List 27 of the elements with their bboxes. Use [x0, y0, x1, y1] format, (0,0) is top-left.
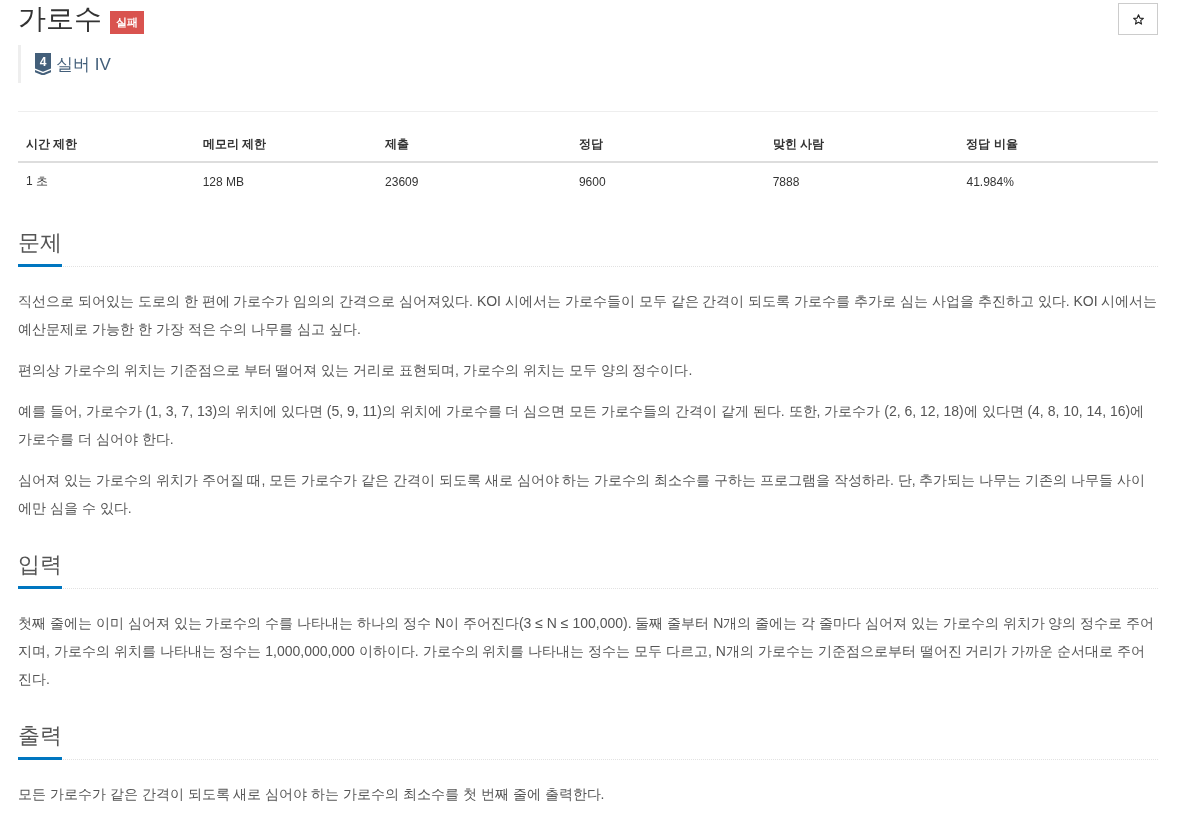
paragraph: 심어져 있는 가로수의 위치가 주어질 때, 모든 가로수가 같은 간격이 되도록 새로 심어야 하는 가로수의 최소수를 구하는 프로그램을 작성하라. 단, 추가되는 나무는 기존의 나무들 사이에만 심을 수 있다.	[18, 471, 1147, 518]
favorite-button[interactable]	[1118, 3, 1158, 35]
column-header: 정답 비율	[958, 128, 1158, 162]
table-cell: 128 MB	[194, 162, 378, 200]
table-cell: 7888	[764, 162, 959, 200]
section-heading: 출력	[18, 721, 62, 760]
table-cell: 23609	[377, 162, 571, 200]
column-header: 맞힌 사람	[764, 128, 959, 162]
column-header: 메모리 제한	[194, 128, 378, 162]
result-badge: 실패	[110, 10, 144, 34]
column-header: 시간 제한	[18, 128, 195, 162]
paragraph: 예를 들어, 가로수가 (1, 3, 7, 13)의 위치에 있다면 (5, 9, 11)의 위치에 가로수를 더 심으면 모든 가로수들의 간격이 같게 된다. 또한, 가로수가 (2, 6, 12, 18)에 있다면 (4, 8, 10, 14, 16)에 가로수를 더 심어야 한다.	[18, 402, 1146, 449]
paragraph: 직선으로 되어있는 도로의 한 편에 가로수가 임의의 간격으로 심어져있다. KOI 시에서는 가로수들이 모두 같은 간격이 되도록 가로수를 추가로 심는 사업을 추진하고 있다. KOI 시에서는 예산문제로 가능한 한 가장 적은 수의 나무를 심고 싶다.	[18, 292, 1158, 339]
section-heading: 입력	[18, 550, 62, 589]
column-header: 정답	[570, 128, 765, 162]
problem-title: 가로수	[18, 2, 102, 36]
table-cell: 41.984%	[958, 162, 1158, 200]
table-cell: 9600	[570, 162, 765, 200]
paragraph: 편의상 가로수의 위치는 기준점으로 부터 떨어져 있는 거리로 표현되며, 가로수의 위치는 모두 양의 정수이다.	[18, 361, 694, 380]
paragraph: 첫째 줄에는 이미 심어져 있는 가로수의 수를 나타내는 하나의 정수 N이 주어진다(3 ≤ N ≤ 100,000). 둘째 줄부터 N개의 줄에는 각 줄마다 심어져 있는 가로수의 위치가 양의 정수로 주어지며, 가로수의 위치를 나타내는 정수는 1,000,000,000 이하이다. 가로수의 위치를 나타내는 정수는 모두 다르고, N개의 가로수는 기준점으로부터 떨어진 거리가 가까운 순서대로 주어진다.	[18, 614, 1156, 689]
star-icon	[1132, 13, 1144, 25]
section-heading: 문제	[18, 228, 62, 267]
tier-badge: 4	[35, 53, 51, 75]
column-header: 제출	[377, 128, 571, 162]
table-cell: 1 초	[18, 162, 195, 200]
paragraph: 모든 가로수가 같은 간격이 되도록 새로 심어야 하는 가로수의 최소수를 첫 번째 줄에 출력한다.	[18, 785, 606, 804]
tier-name[interactable]: 실버 IV	[56, 52, 111, 76]
